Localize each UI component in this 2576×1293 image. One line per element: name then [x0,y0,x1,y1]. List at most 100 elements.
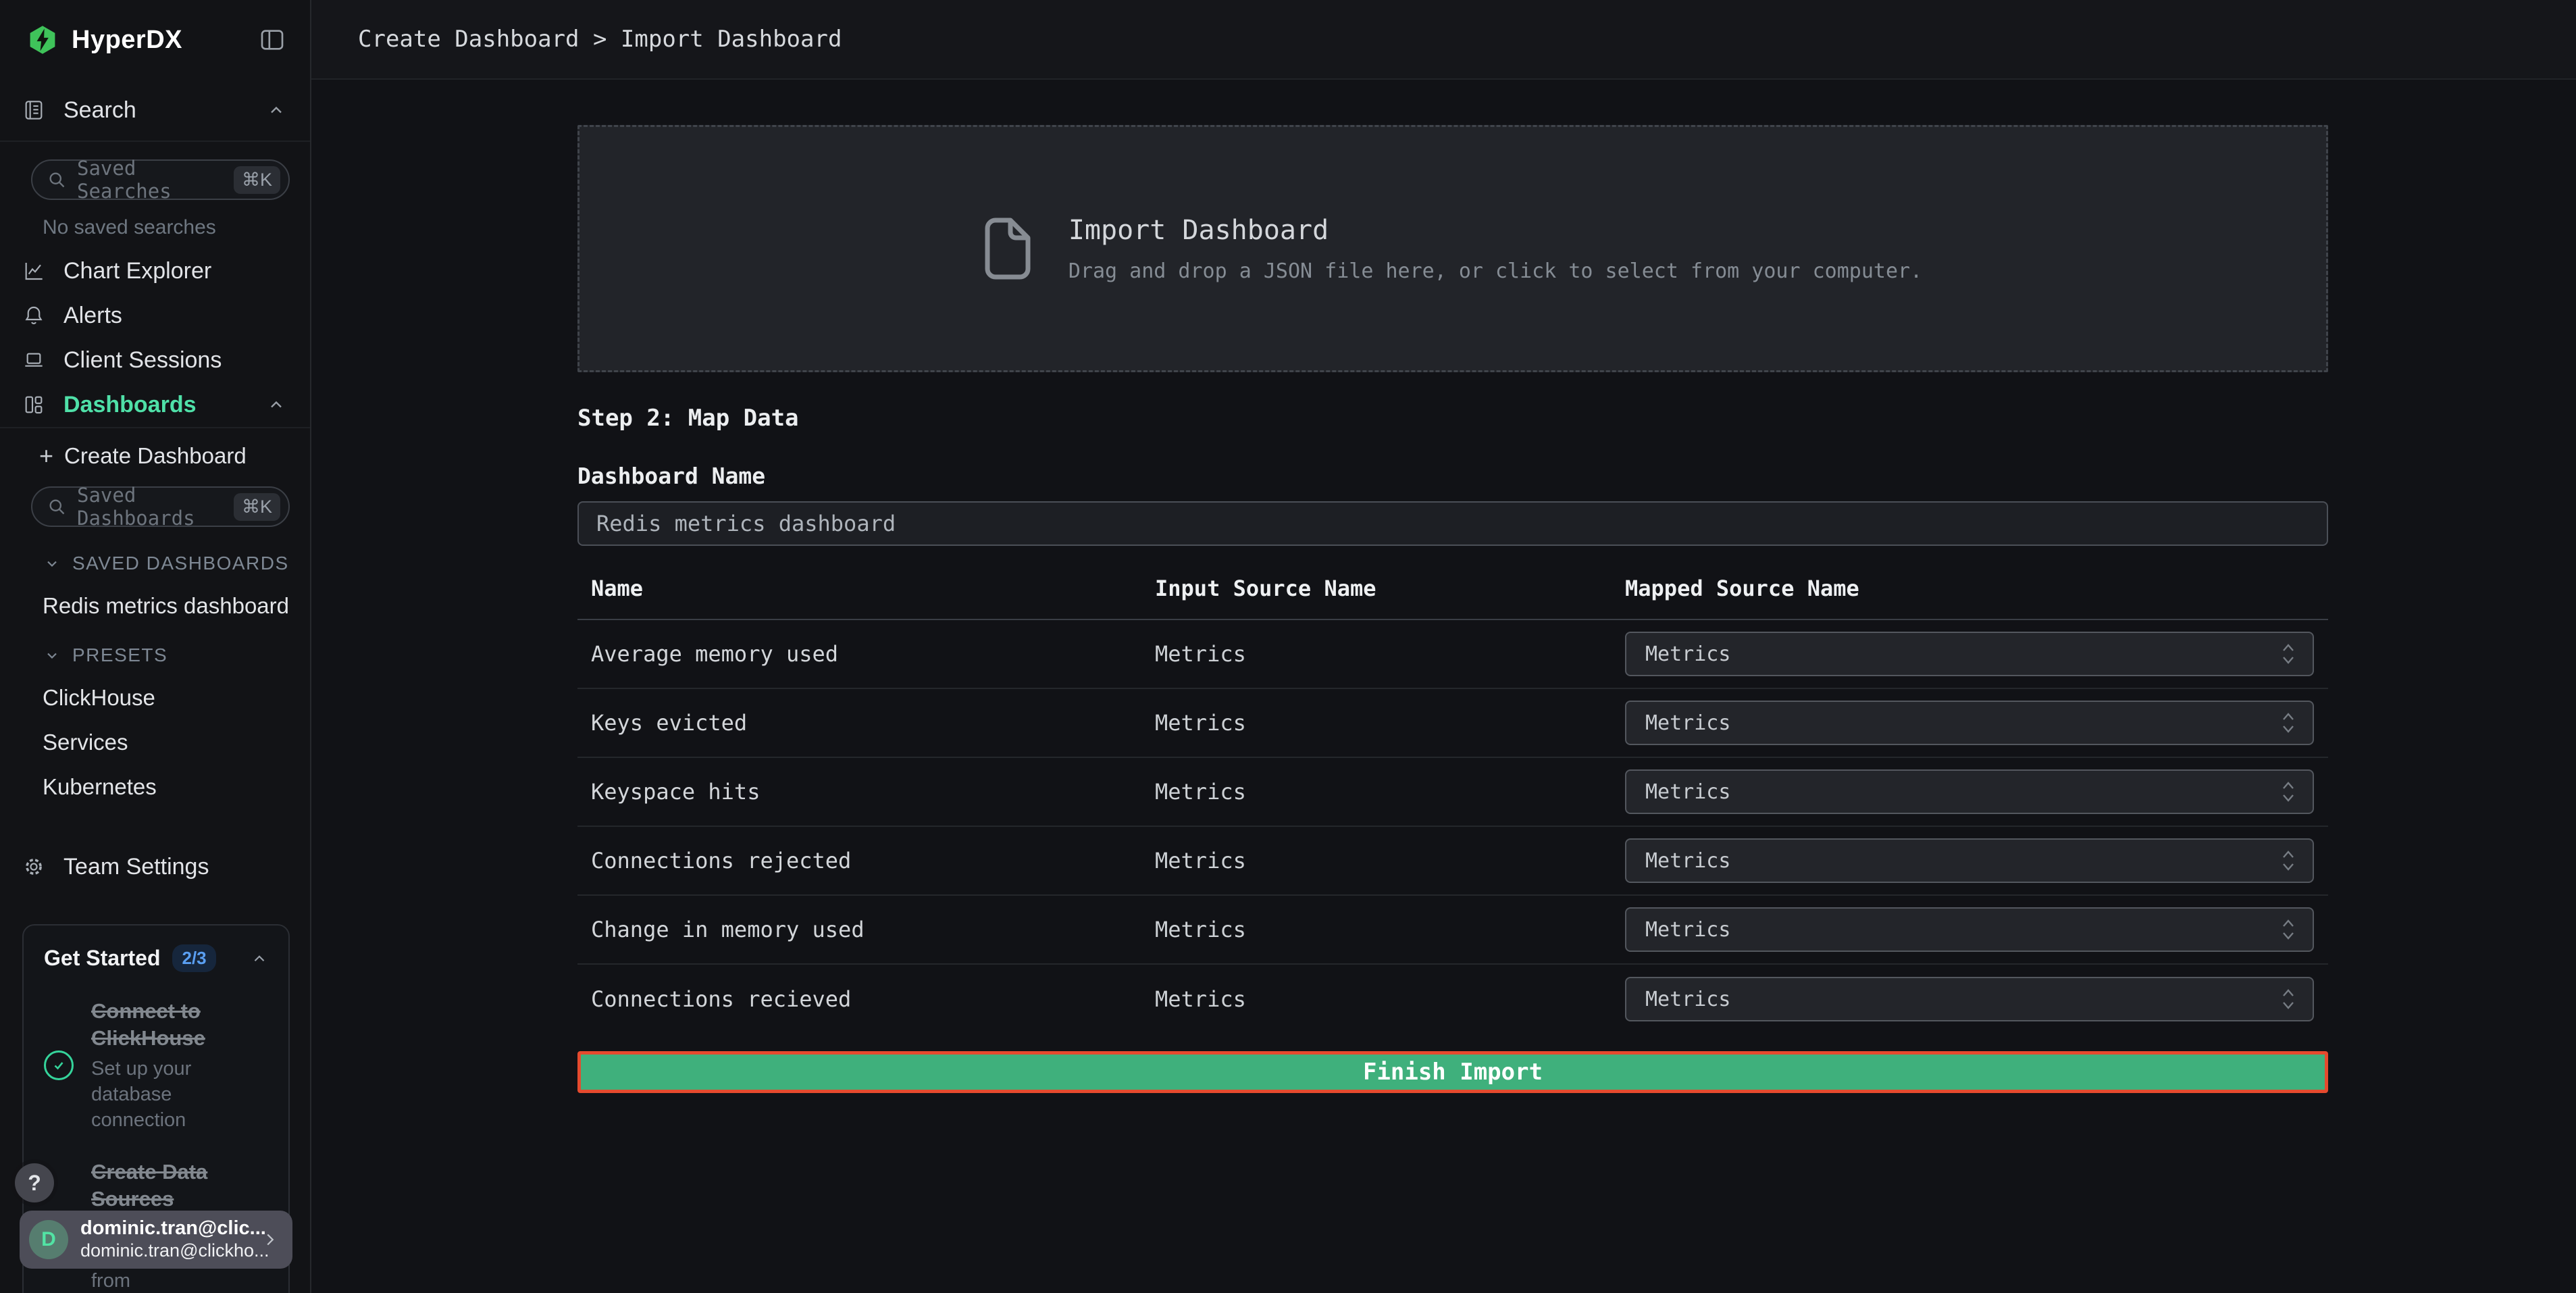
logo-row: HyperDX [0,0,310,80]
row-name: Connections recieved [591,986,1155,1012]
table-body: Average memory used Metrics Metrics Keys… [577,620,2328,1034]
create-dashboard-label: Create Dashboard [64,443,247,469]
sidebar-item-client-sessions[interactable]: Client Sessions [0,338,310,382]
row-input-source: Metrics [1155,641,1625,667]
column-header-mapped-source: Mapped Source Name [1625,576,2328,601]
task-title: Create Data Sources [91,1159,268,1212]
get-started-header[interactable]: Get Started 2/3 [44,944,268,972]
updown-chevrons-icon [2280,848,2296,873]
task-desc: Set up your database connection [91,1057,268,1133]
search-icon [47,170,66,189]
chevron-up-icon [267,395,286,414]
row-input-source: Metrics [1155,779,1625,805]
user-email: dominic.tran@clickho... [80,1240,260,1261]
divider [0,427,310,428]
import-dropzone[interactable]: Import Dashboard Drag and drop a JSON fi… [577,125,2328,372]
updown-chevrons-icon [2280,917,2296,942]
row-input-source: Metrics [1155,848,1625,873]
sidebar-collapse-icon[interactable] [259,26,286,53]
row-name: Connections rejected [591,848,1155,873]
progress-badge: 2/3 [172,944,215,972]
updown-chevrons-icon [2280,710,2296,736]
saved-dashboards-section-header[interactable]: SAVED DASHBOARDS [44,553,310,574]
row-input-source: Metrics [1155,986,1625,1012]
chevron-up-icon [251,950,268,967]
preset-item-clickhouse[interactable]: ClickHouse [43,685,155,711]
shortcut-badge: ⌘K [234,166,280,194]
table-row: Connections recieved Metrics Metrics [577,965,2328,1034]
row-name: Keyspace hits [591,779,1155,805]
presets-section-header[interactable]: PRESETS [44,644,310,666]
saved-dashboards-input[interactable]: Saved Dashboards ⌘K [31,486,290,527]
mapped-source-select[interactable]: Metrics [1625,977,2314,1021]
saved-dashboard-item[interactable]: Redis metrics dashboard [43,593,289,619]
mapped-source-select[interactable]: Metrics [1625,769,2314,814]
dashboard-name-input[interactable] [577,501,2328,546]
chevron-right-icon [260,1229,280,1250]
hyperdx-logo-icon [27,24,58,56]
sidebar-item-alerts[interactable]: Alerts [0,293,310,338]
table-row: Connections rejected Metrics Metrics [577,827,2328,896]
section-title: PRESETS [72,644,168,666]
dashboard-name-label: Dashboard Name [577,463,2328,489]
user-name: dominic.tran@clic... [80,1217,260,1240]
sidebar-item-chart-explorer[interactable]: Chart Explorer [0,249,310,293]
row-name: Average memory used [591,641,1155,667]
dashboards-icon [23,394,45,415]
laptop-icon [23,349,45,371]
mapped-source-select[interactable]: Metrics [1625,632,2314,676]
sidebar-item-label: Chart Explorer [63,258,211,284]
sidebar-item-label: Team Settings [63,854,209,880]
sidebar: HyperDX Search Saved Searches ⌘K No save… [0,0,311,1293]
content: Import Dashboard Drag and drop a JSON fi… [311,80,2576,1293]
sidebar-item-label: Client Sessions [63,347,222,374]
sidebar-item-label: Dashboards [63,392,197,418]
main-area: Create Dashboard > Import Dashboard Impo… [311,0,2576,1293]
create-dashboard-button[interactable]: + Create Dashboard [0,435,310,477]
sidebar-item-search[interactable]: Search [0,80,310,142]
topbar: Create Dashboard > Import Dashboard [311,0,2576,80]
chart-icon [23,260,45,282]
column-header-name: Name [591,576,1155,601]
search-icon [47,497,66,516]
mapped-source-select[interactable]: Metrics [1625,701,2314,745]
get-started-title: Get Started [44,946,160,971]
sidebar-item-dashboards[interactable]: Dashboards [0,382,310,427]
check-circle-icon [44,1050,74,1080]
chevron-down-icon [44,647,60,663]
sidebar-nav: Chart Explorer Alerts Client Sessions Da… [0,249,310,427]
journal-icon [23,99,45,121]
finish-import-button[interactable]: Finish Import [577,1051,2328,1093]
sidebar-item-label: Search [63,97,136,124]
table-row: Average memory used Metrics Metrics [577,620,2328,689]
dropzone-text: Import Dashboard Drag and drop a JSON fi… [1068,215,1922,283]
row-name: Keys evicted [591,710,1155,736]
saved-searches-placeholder: Saved Searches [77,157,234,203]
sidebar-item-team-settings[interactable]: Team Settings [0,844,310,889]
selected-value: Metrics [1645,849,1730,873]
avatar: D [29,1220,68,1259]
selected-value: Metrics [1645,918,1730,942]
selected-value: Metrics [1645,988,1730,1011]
step-title: Step 2: Map Data [577,405,2328,432]
sidebar-item-label: Alerts [63,303,122,329]
mapped-source-select[interactable]: Metrics [1625,838,2314,883]
preset-item-services[interactable]: Services [43,730,128,755]
task-title: Connect to ClickHouse [91,998,268,1051]
table-row: Change in memory used Metrics Metrics [577,896,2328,965]
preset-item-kubernetes[interactable]: Kubernetes [43,774,157,800]
mapped-source-select[interactable]: Metrics [1625,907,2314,952]
column-header-input-source: Input Source Name [1155,576,1625,601]
updown-chevrons-icon [2280,986,2296,1012]
file-icon [983,217,1032,280]
table-header-row: Name Input Source Name Mapped Source Nam… [577,576,2328,620]
row-input-source: Metrics [1155,710,1625,736]
get-started-item-connect[interactable]: Connect to ClickHouse Set up your databa… [44,998,268,1133]
dropzone-title: Import Dashboard [1068,215,1922,246]
row-name: Change in memory used [591,917,1155,942]
user-profile-chip[interactable]: D dominic.tran@clic... dominic.tran@clic… [20,1211,292,1269]
bell-icon [23,305,45,326]
help-button[interactable]: ? [15,1163,54,1202]
no-saved-searches-text: No saved searches [43,216,310,239]
saved-searches-input[interactable]: Saved Searches ⌘K [31,159,290,200]
